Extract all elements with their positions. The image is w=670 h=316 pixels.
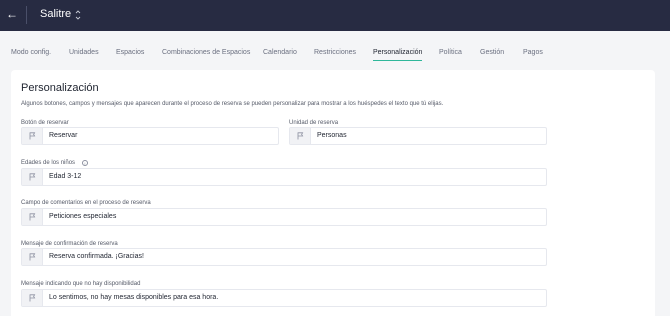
tab-restricciones[interactable]: Restricciones [314, 43, 356, 63]
unidad-reserva-input[interactable]: Personas [289, 127, 547, 145]
divider [26, 6, 27, 24]
tab-combinaciones[interactable]: Combinaciones de Espacios [162, 43, 250, 63]
field-label-campo-comentarios: Campo de comentarios en el proceso de re… [21, 200, 151, 206]
boton-reservar-value: Reservar [49, 132, 78, 139]
mensaje-confirmacion-value: Reserva confirmada. ¡Gracias! [49, 253, 144, 260]
section-description: Algunos botones, campos y mensajes que a… [21, 101, 444, 107]
chevron-up-down-icon[interactable] [74, 8, 82, 22]
flag-icon[interactable] [22, 209, 43, 225]
flag-icon[interactable] [22, 290, 43, 306]
boton-reservar-input[interactable]: Reservar [21, 127, 279, 145]
unidad-reserva-value: Personas [317, 132, 347, 139]
field-label-mensaje-sin-disponibilidad: Mensaje indicando que no hay disponibili… [21, 281, 141, 287]
field-label-boton-reservar: Botón de reservar [21, 120, 69, 126]
settings-tabs: Modo config. Unidades Espacios Combinaci… [0, 43, 670, 63]
tab-politica[interactable]: Política [439, 43, 462, 63]
field-label-mensaje-confirmacion: Mensaje de confirmación de reserva [21, 241, 118, 247]
top-bar: ← Salitre [0, 0, 670, 31]
tab-espacios[interactable]: Espacios [116, 43, 144, 63]
flag-icon[interactable] [22, 249, 43, 265]
edades-ninos-value: Edad 3-12 [49, 173, 82, 180]
flag-icon[interactable] [22, 169, 43, 185]
field-label-edades-ninos: Edades de los niños [21, 160, 76, 166]
tab-modo-config[interactable]: Modo config. [11, 43, 51, 63]
tab-gestion[interactable]: Gestión [480, 43, 504, 63]
back-arrow-icon[interactable]: ← [4, 6, 20, 22]
section-title: Personalización [21, 82, 99, 94]
mensaje-confirmacion-input[interactable]: Reserva confirmada. ¡Gracias! [21, 248, 547, 266]
tab-personalizacion[interactable]: Personalización [373, 43, 423, 63]
edades-ninos-input[interactable]: Edad 3-12 [21, 168, 547, 186]
mensaje-sin-disponibilidad-input[interactable]: Lo sentimos, no hay mesas disponibles pa… [21, 289, 547, 307]
field-label-unidad-reserva: Unidad de reserva [289, 120, 339, 126]
flag-icon[interactable] [290, 128, 311, 144]
venue-name[interactable]: Salitre [40, 8, 71, 20]
campo-comentarios-input[interactable]: Peticiones especiales [21, 208, 547, 226]
tab-pagos[interactable]: Pagos [523, 43, 543, 63]
tab-calendario[interactable]: Calendario [263, 43, 297, 63]
flag-icon[interactable] [22, 128, 43, 144]
tab-unidades[interactable]: Unidades [69, 43, 99, 63]
campo-comentarios-value: Peticiones especiales [49, 213, 117, 220]
mensaje-sin-disponibilidad-value: Lo sentimos, no hay mesas disponibles pa… [49, 294, 219, 301]
info-icon[interactable]: i [82, 160, 88, 166]
